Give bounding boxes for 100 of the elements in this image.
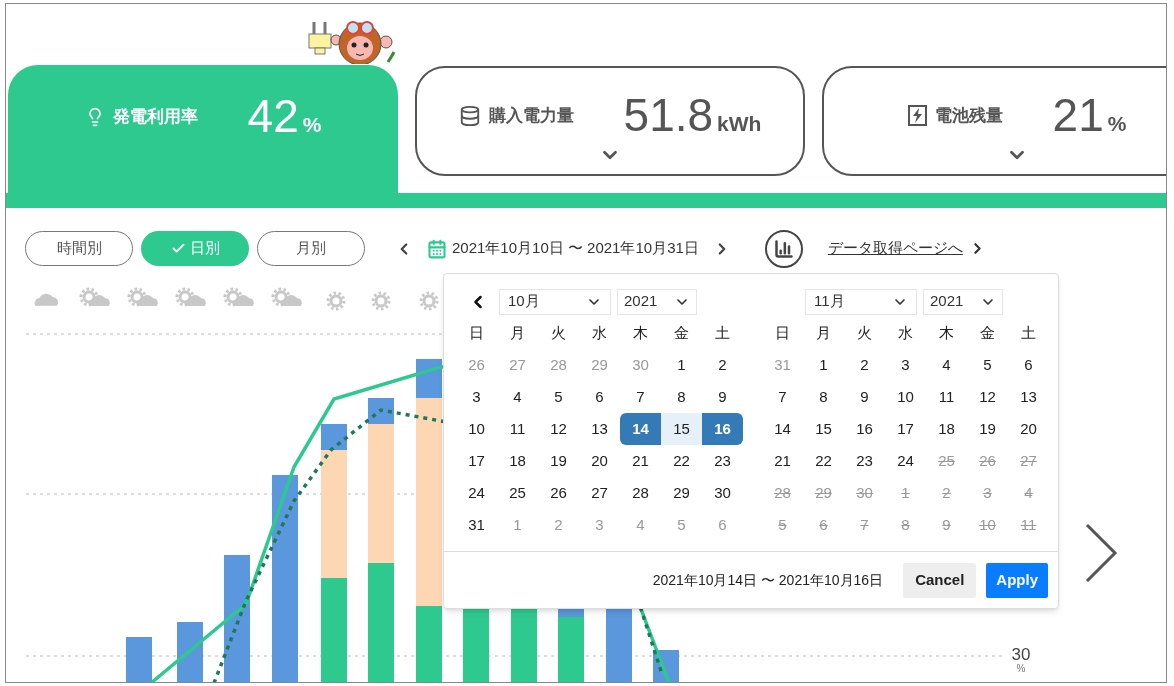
metric-tab[interactable]: 購入電力量 51.8 kWh — [415, 66, 805, 176]
calendar-day[interactable]: 5 — [538, 381, 579, 413]
calendar-day[interactable]: 1 — [661, 349, 702, 381]
calendar-day[interactable]: 18 — [497, 445, 538, 477]
calendar-day[interactable]: 2 — [844, 349, 885, 381]
calendar-day[interactable]: 9 — [702, 381, 743, 413]
calendar-day[interactable]: 12 — [538, 413, 579, 445]
calendar-day[interactable]: 20 — [579, 445, 620, 477]
calendar-day[interactable]: 18 — [926, 413, 967, 445]
weekday-label: 火 — [856, 322, 873, 343]
calendar-day[interactable]: 21 — [620, 445, 661, 477]
metric-tab[interactable]: 電池残量 21% — [822, 66, 1166, 176]
sun-icon — [371, 291, 391, 311]
calendar-day[interactable]: 17 — [456, 445, 497, 477]
battery-bolt-icon — [907, 105, 927, 127]
calendar-day[interactable]: 24 — [885, 445, 926, 477]
metric-value: 42 — [247, 93, 299, 139]
calendar-day[interactable]: 3 — [456, 381, 497, 413]
calendar-day[interactable]: 4 — [926, 349, 967, 381]
calendar-day[interactable]: 19 — [538, 445, 579, 477]
calendar-day[interactable]: 25 — [497, 477, 538, 509]
metric-label: 電池残量 — [934, 105, 1003, 127]
calendar-day[interactable]: 13 — [1008, 381, 1049, 413]
calendar-day[interactable]: 15 — [661, 413, 702, 445]
sun-cloud-icon — [271, 287, 302, 307]
calendar-day[interactable]: 21 — [762, 445, 803, 477]
metric-unit: % — [1107, 111, 1127, 137]
calendar-day: 10 — [967, 509, 1008, 541]
stacked-bar — [126, 637, 152, 682]
calendar-day[interactable]: 5 — [967, 349, 1008, 381]
calendar-day: 26 — [967, 445, 1008, 477]
month-select[interactable]: 11月 — [805, 288, 917, 315]
sun-icon — [419, 291, 439, 311]
calendar-day: 25 — [926, 445, 967, 477]
calendar-day[interactable]: 10 — [456, 413, 497, 445]
calendar-day[interactable]: 19 — [967, 413, 1008, 445]
calendar-day[interactable]: 23 — [844, 445, 885, 477]
calendar-day[interactable]: 13 — [579, 413, 620, 445]
calendar-day: 6 — [803, 509, 844, 541]
sun-cloud-icon — [127, 287, 158, 307]
calendar-day[interactable]: 12 — [967, 381, 1008, 413]
calendar-day[interactable]: 8 — [661, 381, 702, 413]
calendar-day[interactable]: 14 — [762, 413, 803, 445]
calendar-day[interactable]: 8 — [803, 381, 844, 413]
calendar-day[interactable]: 6 — [579, 381, 620, 413]
data-page-link[interactable]: データ取得ページへ — [827, 237, 963, 260]
calendar-day[interactable]: 17 — [885, 413, 926, 445]
axis-value: 30 — [1011, 645, 1031, 663]
calendar-day[interactable]: 9 — [844, 381, 885, 413]
calendar-day[interactable]: 1 — [803, 349, 844, 381]
metric-value: 21 — [1052, 92, 1104, 138]
calendar-day[interactable]: 3 — [885, 349, 926, 381]
period-button[interactable]: 時間別 — [25, 231, 133, 266]
calendar-day[interactable]: 30 — [702, 477, 743, 509]
period-button[interactable]: 月別 — [257, 231, 365, 266]
calendar-day[interactable]: 7 — [762, 381, 803, 413]
calendar-day[interactable]: 28 — [620, 477, 661, 509]
cancel-button[interactable]: Cancel — [903, 562, 977, 598]
weekday-label: 水 — [591, 322, 608, 343]
calendar-day: 9 — [926, 509, 967, 541]
calendar-day[interactable]: 24 — [456, 477, 497, 509]
year-select[interactable]: 2021 — [617, 288, 697, 315]
coin-stack-icon — [458, 104, 481, 127]
date-range-text[interactable]: 2021年10月10日 〜 2021年10月31日 — [452, 237, 699, 260]
calendar-day[interactable]: 16 — [702, 413, 743, 445]
weekday-label: 土 — [714, 322, 731, 343]
calendar-day[interactable]: 27 — [579, 477, 620, 509]
calendar-day[interactable]: 22 — [661, 445, 702, 477]
weekday-label: 日 — [774, 322, 791, 343]
calendar-day[interactable]: 20 — [1008, 413, 1049, 445]
calendar-day[interactable]: 23 — [702, 445, 743, 477]
calendar-day[interactable]: 7 — [620, 381, 661, 413]
calendar-day[interactable]: 11 — [926, 381, 967, 413]
sun-cloud-icon — [175, 287, 206, 307]
year-select[interactable]: 2021 — [923, 288, 1003, 315]
weekday-label: 木 — [632, 322, 649, 343]
metric-label: 発電利用率 — [112, 106, 198, 128]
calendar-day: 30 — [844, 477, 885, 509]
calendar-day[interactable]: 16 — [844, 413, 885, 445]
check-icon — [170, 241, 186, 256]
calendar-day[interactable]: 22 — [803, 445, 844, 477]
calendar-day[interactable]: 26 — [538, 477, 579, 509]
calendar-day[interactable]: 14 — [620, 413, 661, 445]
weekday-label: 木 — [938, 322, 955, 343]
calendar-day[interactable]: 29 — [661, 477, 702, 509]
calendar-day[interactable]: 4 — [497, 381, 538, 413]
calendar-day: 28 — [762, 477, 803, 509]
chart-view-button[interactable] — [764, 229, 803, 268]
calendar-day[interactable]: 2 — [702, 349, 743, 381]
calendar-day[interactable]: 31 — [456, 509, 497, 541]
weekday-label: 日 — [468, 322, 485, 343]
month-select[interactable]: 10月 — [499, 288, 611, 315]
calendar-day[interactable]: 10 — [885, 381, 926, 413]
sun-cloud-icon — [79, 287, 110, 307]
calendar-day[interactable]: 6 — [1008, 349, 1049, 381]
calendar-day[interactable]: 15 — [803, 413, 844, 445]
calendar-day: 5 — [762, 509, 803, 541]
apply-button[interactable]: Apply — [986, 562, 1048, 598]
calendar-day: 2 — [926, 477, 967, 509]
calendar-day[interactable]: 11 — [497, 413, 538, 445]
